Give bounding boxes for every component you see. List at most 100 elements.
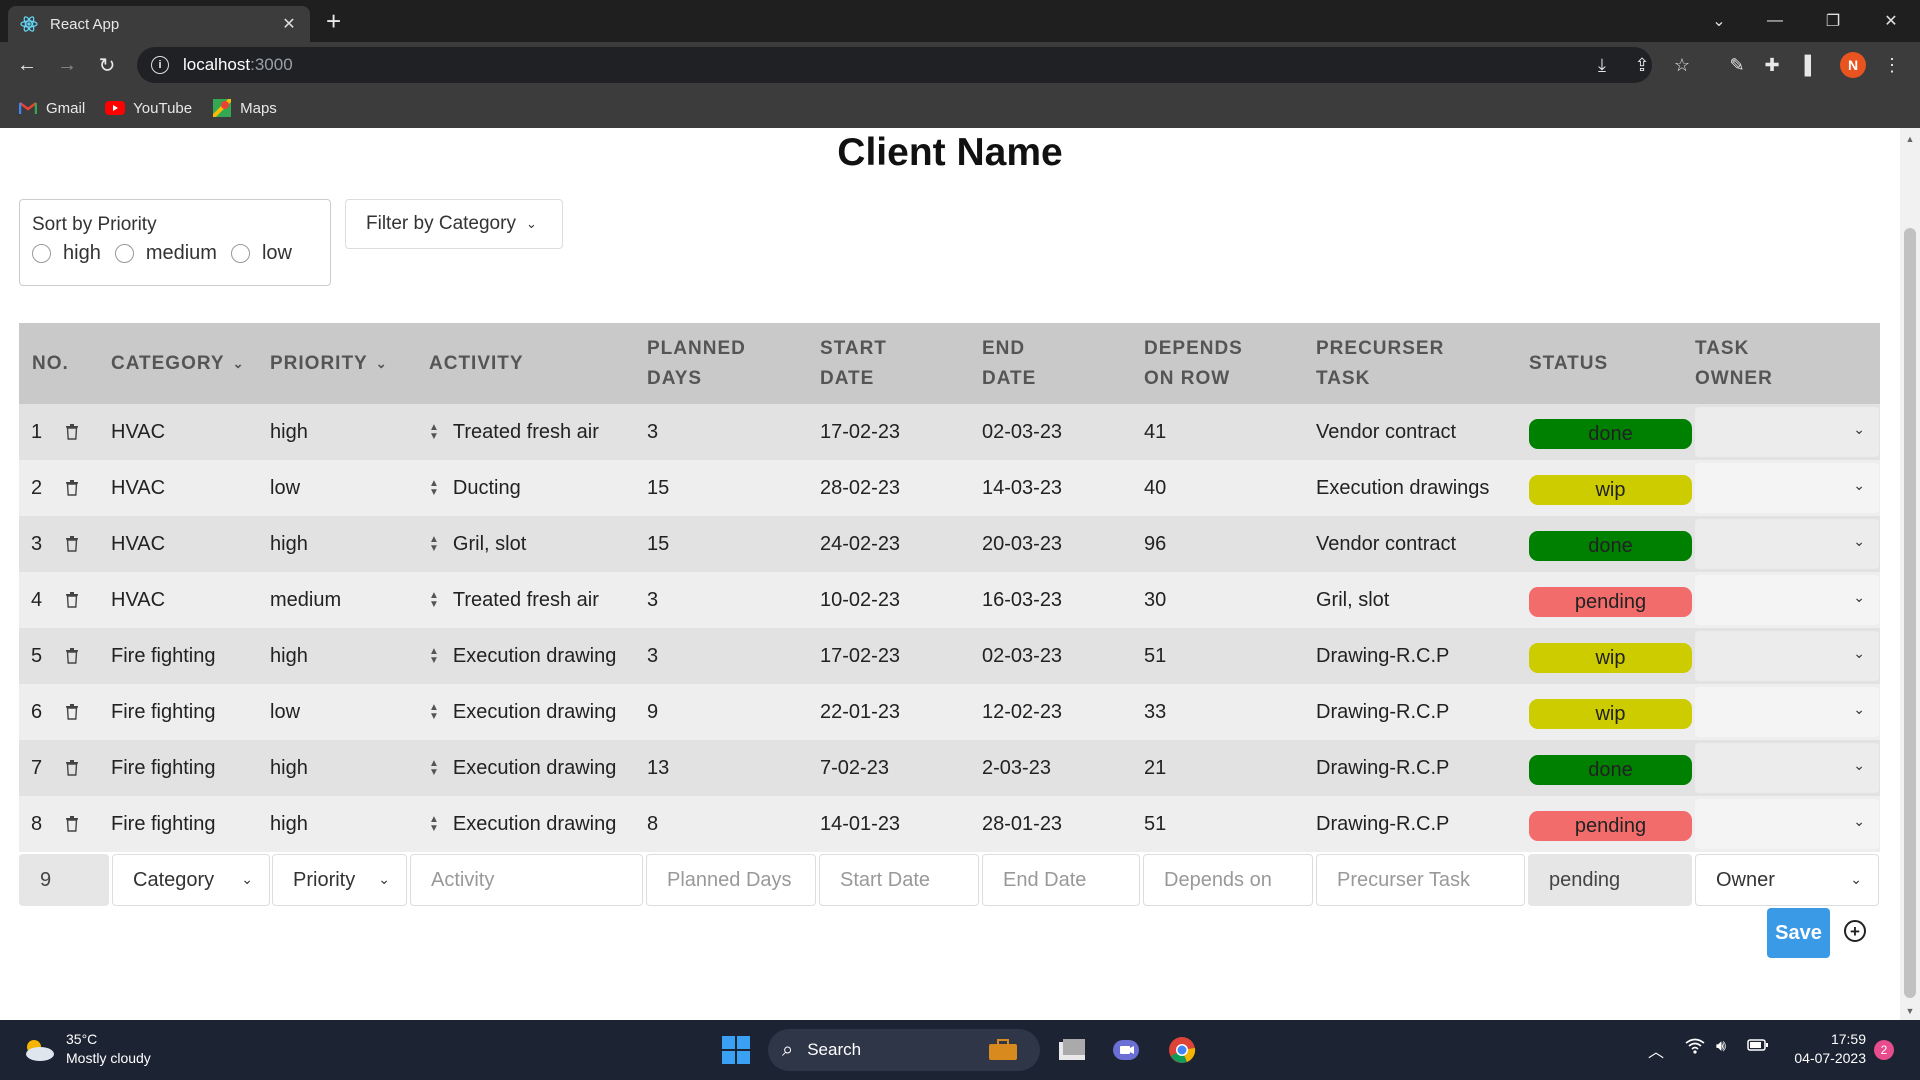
reorder-arrows-icon[interactable]: ▲ ▼: [429, 759, 439, 778]
reorder-arrows-icon[interactable]: ▲ ▼: [429, 535, 439, 554]
activity-input[interactable]: Activity: [410, 854, 643, 906]
start-date-input[interactable]: Start Date: [819, 854, 979, 906]
reorder-arrows-icon[interactable]: ▲ ▼: [429, 647, 439, 666]
minimize-icon[interactable]: —: [1752, 0, 1798, 42]
cell-priority: high: [270, 644, 308, 667]
cell-no: 8: [31, 812, 43, 835]
chevron-down-icon: ⌄: [1853, 645, 1865, 661]
new-priority-select[interactable]: Priority ⌄: [272, 854, 407, 906]
new-tab-icon[interactable]: +: [326, 8, 341, 34]
scrollbar-thumb[interactable]: [1904, 228, 1916, 998]
task-owner-select[interactable]: ⌄: [1695, 687, 1879, 737]
delete-trash-icon[interactable]: [65, 404, 79, 460]
extensions-puzzle-icon[interactable]: ✚: [1759, 52, 1785, 78]
task-owner-select[interactable]: ⌄: [1695, 519, 1879, 569]
status-badge: done: [1529, 531, 1692, 561]
cell-planned-days: 8: [647, 812, 659, 835]
bookmark-gmail[interactable]: Gmail: [18, 100, 85, 117]
delete-trash-icon[interactable]: [65, 460, 79, 516]
status-badge: done: [1529, 419, 1692, 449]
table-row: 5 Fire fighting high ▲ ▼ Execution drawing 3 17…: [19, 628, 1880, 684]
task-owner-select[interactable]: ⌄: [1695, 463, 1879, 513]
profile-avatar[interactable]: N: [1840, 52, 1866, 78]
cell-end: 12-02-23: [982, 700, 1063, 723]
delete-trash-icon[interactable]: [65, 796, 79, 852]
back-icon[interactable]: ←: [12, 50, 42, 80]
battery-icon[interactable]: [1747, 1038, 1769, 1057]
end-date-input[interactable]: End Date: [982, 854, 1140, 906]
reorder-arrows-icon[interactable]: ▲ ▼: [429, 423, 439, 442]
extension-pen-icon[interactable]: ✎: [1724, 52, 1750, 78]
bookmark-youtube[interactable]: YouTube: [105, 100, 192, 117]
delete-trash-icon[interactable]: [65, 684, 79, 740]
radio-circle-icon[interactable]: [230, 244, 250, 263]
depends-on-input[interactable]: Depends on: [1143, 854, 1313, 906]
filter-by-category-dropdown[interactable]: Filter by Category ⌄: [345, 199, 563, 249]
close-tab-icon[interactable]: ✕: [280, 14, 298, 34]
bookmark-maps[interactable]: Maps: [212, 99, 277, 117]
reorder-arrows-icon[interactable]: ▲ ▼: [429, 703, 439, 722]
reorder-arrows-icon[interactable]: ▲ ▼: [429, 591, 439, 610]
forward-icon[interactable]: →: [52, 50, 82, 80]
more-menu-icon[interactable]: ⋮: [1879, 52, 1905, 78]
share-icon[interactable]: ⇪: [1629, 52, 1655, 78]
sort-radio-medium[interactable]: medium: [114, 242, 217, 265]
delete-trash-icon[interactable]: [65, 740, 79, 796]
chevron-down-icon: ⌄: [375, 355, 388, 371]
new-owner-select[interactable]: Owner ⌄: [1695, 854, 1879, 906]
delete-trash-icon[interactable]: [65, 516, 79, 572]
scroll-down-arrow-icon[interactable]: ▼: [1904, 1006, 1916, 1016]
side-panel-icon[interactable]: ▌: [1798, 52, 1824, 78]
header-category[interactable]: CATEGORY ⌄: [111, 323, 244, 404]
install-icon[interactable]: ⤓: [1589, 52, 1615, 78]
wifi-icon[interactable]: [1685, 1038, 1705, 1059]
page-scrollbar[interactable]: ▲ ▼: [1900, 128, 1920, 1020]
radio-circle-icon[interactable]: [32, 244, 51, 263]
windows-start-icon[interactable]: [718, 1032, 754, 1068]
task-owner-select[interactable]: ⌄: [1695, 743, 1879, 793]
system-clock[interactable]: 17:59 04-07-2023: [1786, 1030, 1866, 1068]
table-row: 7 Fire fighting high ▲ ▼ Execution drawing 13 7…: [19, 740, 1880, 796]
tab-search-chevron-icon[interactable]: ⌄: [1696, 0, 1742, 42]
url-port: :3000: [250, 55, 293, 74]
add-row-plus-icon[interactable]: +: [1844, 920, 1866, 942]
notification-badge[interactable]: 2: [1874, 1040, 1894, 1060]
browser-tab[interactable]: React App ✕: [8, 6, 310, 42]
new-category-select[interactable]: Category ⌄: [112, 854, 270, 906]
scroll-up-arrow-icon[interactable]: ▲: [1904, 134, 1916, 144]
reload-icon[interactable]: ↻: [92, 50, 122, 80]
cell-end: 14-03-23: [982, 476, 1063, 499]
teams-chat-icon[interactable]: [1108, 1032, 1144, 1068]
address-bar[interactable]: i localhost:3000: [137, 47, 1652, 83]
cell-start: 17-02-23: [820, 644, 901, 667]
header-task-owner: TASK OWNER: [1695, 337, 1773, 389]
weather-widget[interactable]: 35°C Mostly cloudy: [20, 1030, 151, 1068]
reorder-arrows-icon[interactable]: ▲ ▼: [429, 479, 439, 498]
close-window-icon[interactable]: ✕: [1868, 0, 1914, 42]
file-explorer-icon[interactable]: [1054, 1032, 1090, 1068]
sort-radio-low[interactable]: low: [230, 242, 292, 265]
delete-trash-icon[interactable]: [65, 628, 79, 684]
task-owner-select[interactable]: ⌄: [1695, 407, 1879, 457]
delete-trash-icon[interactable]: [65, 572, 79, 628]
task-owner-select[interactable]: ⌄: [1695, 799, 1879, 849]
header-priority[interactable]: PRIORITY ⌄: [270, 323, 388, 404]
sort-radio-high[interactable]: high: [32, 242, 101, 265]
precurser-task-input[interactable]: Precurser Task: [1316, 854, 1525, 906]
chrome-taskbar-icon[interactable]: [1164, 1032, 1200, 1068]
radio-circle-icon[interactable]: [114, 244, 134, 263]
restore-icon[interactable]: ❐: [1810, 0, 1856, 42]
reorder-arrows-icon[interactable]: ▲ ▼: [429, 815, 439, 834]
cell-category: HVAC: [111, 420, 166, 443]
bookmark-star-icon[interactable]: ☆: [1669, 52, 1695, 78]
save-button[interactable]: Save: [1767, 908, 1830, 958]
planned-days-input[interactable]: Planned Days: [646, 854, 816, 906]
volume-icon[interactable]: 🔊︎: [1716, 1038, 1726, 1056]
show-hidden-icons-chevron[interactable]: ︿: [1648, 1038, 1664, 1062]
cell-depends: 33: [1144, 700, 1167, 723]
radio-label: high: [63, 242, 101, 264]
task-owner-select[interactable]: ⌄: [1695, 575, 1879, 625]
task-owner-select[interactable]: ⌄: [1695, 631, 1879, 681]
site-info-icon[interactable]: i: [151, 56, 169, 74]
taskbar-search[interactable]: ⌕ Search: [768, 1029, 1040, 1071]
